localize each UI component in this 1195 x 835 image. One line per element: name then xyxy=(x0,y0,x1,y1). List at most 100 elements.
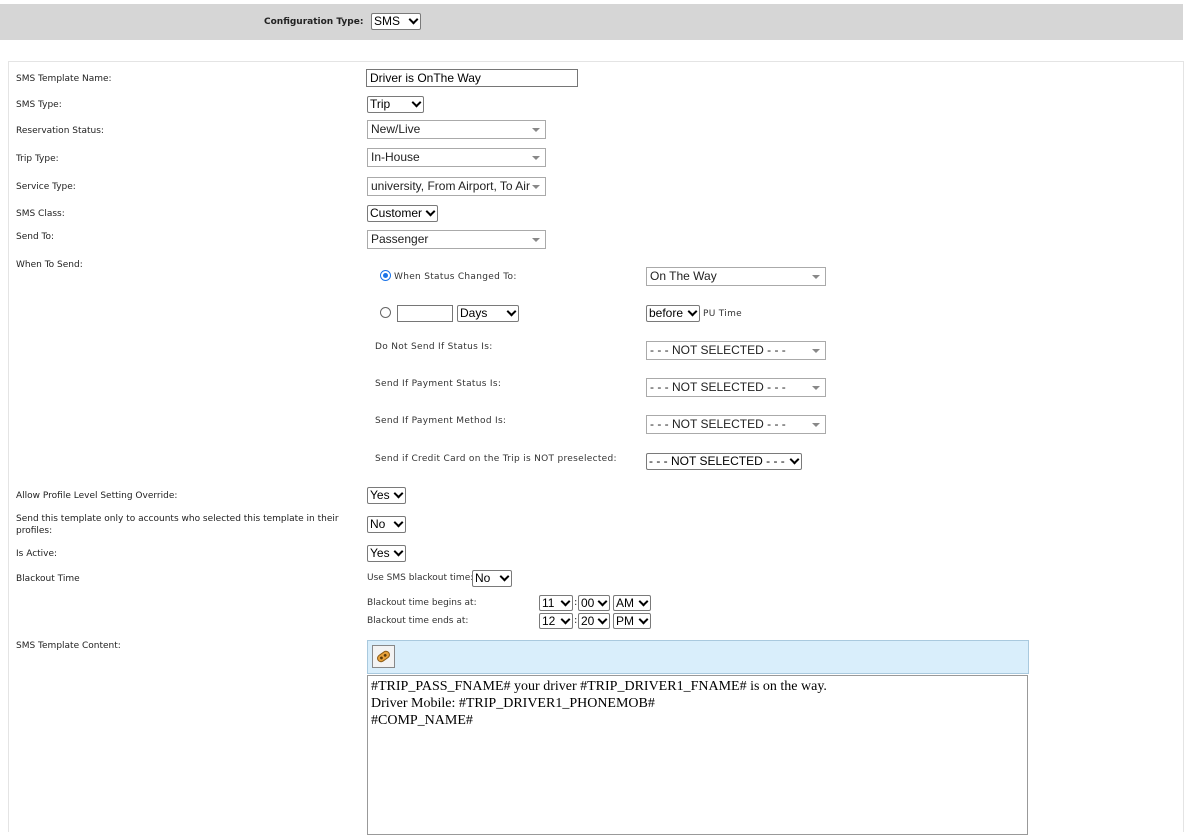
only-selected-accounts-value: No xyxy=(370,517,386,531)
sms-class-select[interactable]: Customer xyxy=(367,205,438,222)
dropdown-arrow-icon xyxy=(532,128,540,132)
service-type-value: university, From Airport, To Air xyxy=(371,179,530,193)
template-content-label: SMS Template Content: xyxy=(16,641,121,651)
time-separator: : xyxy=(574,597,578,608)
sms-class-label: SMS Class: xyxy=(16,209,65,219)
dropdown-arrow-icon xyxy=(532,156,540,160)
service-type-dropdown[interactable]: university, From Airport, To Air xyxy=(367,177,546,196)
service-type-label: Service Type: xyxy=(16,182,76,192)
blackout-begins-ampm-select[interactable]: AM xyxy=(613,595,651,611)
template-name-input[interactable]: Driver is OnThe Way xyxy=(366,69,578,87)
use-blackout-select[interactable]: No xyxy=(472,570,512,587)
template-content-editor[interactable]: #TRIP_PASS_FNAME# your driver #TRIP_DRIV… xyxy=(367,675,1028,835)
insert-field-button[interactable] xyxy=(372,645,395,668)
trip-type-label: Trip Type: xyxy=(16,154,59,164)
status-changed-radio[interactable] xyxy=(380,270,391,281)
ends-ampm-value: PM xyxy=(616,614,634,628)
ends-minute-value: 20 xyxy=(581,614,595,628)
dropdown-arrow-icon xyxy=(532,185,540,189)
blackout-ends-ampm-select[interactable]: PM xyxy=(613,613,651,629)
payment-method-value: - - - NOT SELECTED - - - xyxy=(650,417,786,431)
dropdown-arrow-icon xyxy=(812,386,820,390)
chevron-down-icon xyxy=(393,488,404,499)
chevron-down-icon xyxy=(597,614,608,625)
chevron-down-icon xyxy=(408,14,419,25)
config-type-label: Configuration Type: xyxy=(264,17,364,27)
config-type-value: SMS xyxy=(374,14,401,28)
is-active-value: Yes xyxy=(370,546,390,560)
use-blackout-value: No xyxy=(475,571,491,585)
chevron-down-icon xyxy=(638,596,649,607)
content-line: #TRIP_PASS_FNAME# your driver #TRIP_DRIV… xyxy=(371,679,827,694)
chevron-down-icon xyxy=(393,517,404,528)
sms-class-value: Customer xyxy=(370,206,423,220)
chevron-down-icon xyxy=(560,614,571,625)
blackout-begins-minute-select[interactable]: 00 xyxy=(578,595,610,611)
is-active-select[interactable]: Yes xyxy=(367,545,406,562)
dropdown-arrow-icon xyxy=(532,238,540,242)
editor-toolbar xyxy=(367,640,1029,674)
trip-type-dropdown[interactable]: In-House xyxy=(367,148,546,167)
only-selected-accounts-label: Send this template only to accounts who … xyxy=(16,514,339,536)
send-to-dropdown[interactable]: Passenger xyxy=(367,230,546,249)
relative-direction-value: before xyxy=(649,306,684,320)
send-to-label: Send To: xyxy=(16,232,55,242)
content-line: #COMP_NAME# xyxy=(371,713,473,728)
begins-hour-value: 11 xyxy=(542,596,555,610)
dropdown-arrow-icon xyxy=(812,275,820,279)
allow-override-label: Allow Profile Level Setting Override: xyxy=(16,491,178,501)
begins-minute-value: 00 xyxy=(581,596,595,610)
template-name-label: SMS Template Name: xyxy=(16,74,112,84)
chevron-down-icon xyxy=(597,596,608,607)
blackout-begins-label: Blackout time begins at: xyxy=(367,598,477,608)
blackout-time-label: Blackout Time xyxy=(16,574,80,584)
payment-method-dropdown[interactable]: - - - NOT SELECTED - - - xyxy=(646,415,826,434)
relative-amount-input[interactable] xyxy=(397,305,453,322)
chevron-down-icon xyxy=(499,571,510,582)
pu-time-label: PU Time xyxy=(703,309,743,319)
blackout-ends-hour-select[interactable]: 12 xyxy=(539,613,573,629)
status-changed-label: When Status Changed To: xyxy=(394,272,517,282)
is-active-label: Is Active: xyxy=(16,549,58,559)
do-not-send-status-value: - - - NOT SELECTED - - - xyxy=(650,343,786,357)
dropdown-arrow-icon xyxy=(812,423,820,427)
insert-field-icon xyxy=(377,650,390,663)
blackout-ends-minute-select[interactable]: 20 xyxy=(578,613,610,629)
ends-hour-value: 12 xyxy=(542,614,556,628)
content-line: Driver Mobile: #TRIP_DRIVER1_PHONEMOB# xyxy=(371,696,655,711)
allow-override-value: Yes xyxy=(370,488,390,502)
relative-direction-select[interactable]: before xyxy=(646,305,700,322)
blackout-begins-hour-select[interactable]: 11 xyxy=(539,595,573,611)
sms-type-select[interactable]: Trip xyxy=(367,96,424,113)
reservation-status-label: Reservation Status: xyxy=(16,126,104,136)
credit-card-value: - - - NOT SELECTED - - - xyxy=(649,454,785,468)
payment-status-dropdown[interactable]: - - - NOT SELECTED - - - xyxy=(646,378,826,397)
chevron-down-icon xyxy=(638,614,649,625)
do-not-send-status-label: Do Not Send If Status Is: xyxy=(375,342,493,352)
chevron-down-icon xyxy=(393,546,404,557)
allow-override-select[interactable]: Yes xyxy=(367,487,406,504)
relative-unit-value: Days xyxy=(460,306,488,320)
chevron-down-icon xyxy=(506,306,517,317)
sms-type-label: SMS Type: xyxy=(16,100,62,110)
chevron-down-icon xyxy=(425,206,436,217)
time-separator: : xyxy=(574,615,578,626)
status-changed-value: On The Way xyxy=(650,269,717,283)
chevron-down-icon xyxy=(789,454,800,465)
payment-status-value: - - - NOT SELECTED - - - xyxy=(650,380,786,394)
status-changed-dropdown[interactable]: On The Way xyxy=(646,267,826,286)
when-to-send-label: When To Send: xyxy=(16,260,83,270)
chevron-down-icon xyxy=(411,97,422,108)
relative-time-radio[interactable] xyxy=(380,307,391,318)
chevron-down-icon xyxy=(560,596,571,607)
config-type-select[interactable]: SMS xyxy=(371,13,421,30)
reservation-status-dropdown[interactable]: New/Live xyxy=(367,120,546,139)
credit-card-select[interactable]: - - - NOT SELECTED - - - xyxy=(646,453,802,470)
relative-unit-select[interactable]: Days xyxy=(457,305,519,322)
blackout-ends-label: Blackout time ends at: xyxy=(367,616,469,626)
do-not-send-status-dropdown[interactable]: - - - NOT SELECTED - - - xyxy=(646,341,826,360)
credit-card-label: Send if Credit Card on the Trip is NOT p… xyxy=(375,454,617,464)
only-selected-accounts-select[interactable]: No xyxy=(367,516,406,533)
use-blackout-label: Use SMS blackout time: xyxy=(367,573,474,583)
payment-method-label: Send If Payment Method Is: xyxy=(375,416,507,426)
